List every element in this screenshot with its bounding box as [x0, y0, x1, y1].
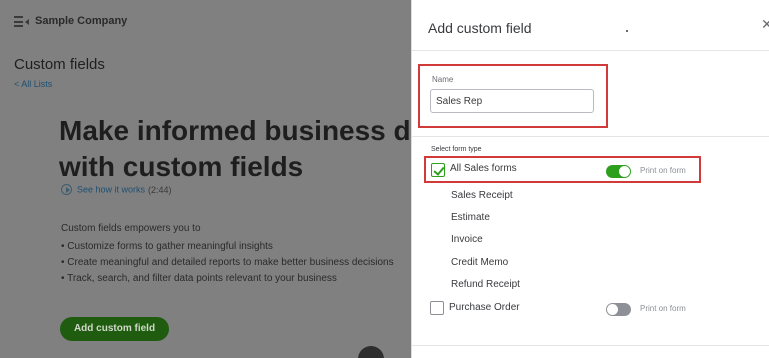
company-name: Sample Company [35, 15, 128, 27]
video-duration: (2:44) [148, 184, 172, 195]
close-icon[interactable]: ✕ [761, 16, 769, 33]
list-item: Customize forms to gather meaningful ins… [61, 239, 394, 255]
all-sales-forms-label[interactable]: All Sales forms [450, 163, 517, 174]
purchase-print-on-form-toggle[interactable] [606, 303, 631, 316]
top-bar: Sample Company [0, 0, 411, 42]
hero-line-1: Make informed business decisions [59, 115, 411, 146]
all-lists-link[interactable]: < All Lists [14, 79, 52, 89]
hero-heading: Make informed business decisions with cu… [59, 113, 411, 185]
form-option-credit-memo: Credit Memo [451, 257, 509, 268]
see-how-it-works-link[interactable]: See how it works [77, 185, 145, 195]
form-type-label: Select form type [431, 146, 482, 153]
page-title: Custom fields [14, 56, 105, 73]
form-option-sales-receipt: Sales Receipt [451, 190, 513, 201]
form-option-invoice: Invoice [451, 234, 483, 245]
name-label: Name [432, 75, 454, 84]
avatar [358, 346, 384, 358]
name-field[interactable] [430, 89, 594, 113]
sales-print-on-form-toggle[interactable] [606, 165, 631, 178]
purchase-print-on-form-label: Print on form [640, 304, 686, 313]
panel-title: Add custom field [428, 20, 532, 36]
form-option-refund-receipt: Refund Receipt [451, 279, 520, 290]
play-icon[interactable] [61, 184, 72, 196]
divider [412, 50, 769, 51]
purchase-order-label[interactable]: Purchase Order [449, 302, 520, 313]
add-custom-field-button[interactable]: Add custom field [60, 317, 169, 341]
form-option-estimate: Estimate [451, 212, 490, 223]
all-sales-forms-checkbox[interactable] [431, 163, 445, 177]
list-item: Track, search, and filter data points re… [61, 271, 394, 287]
sales-print-on-form-label: Print on form [640, 166, 686, 175]
purchase-order-checkbox[interactable] [430, 301, 444, 315]
menu-collapse-icon[interactable] [14, 16, 29, 27]
divider [412, 345, 769, 346]
benefits-list: Customize forms to gather meaningful ins… [61, 239, 394, 287]
cursor-dot [626, 30, 628, 32]
divider [412, 136, 769, 137]
add-custom-field-panel: Add custom field ✕ Name Select form type… [411, 0, 769, 358]
hero-line-2: with custom fields [59, 151, 304, 182]
video-link-row[interactable]: See how it works (2:44) [61, 184, 172, 196]
intro-text: Custom fields empowers you to [61, 223, 201, 234]
background-page: Sample Company Custom fields < All Lists… [0, 0, 411, 358]
list-item: Create meaningful and detailed reports t… [61, 255, 393, 271]
